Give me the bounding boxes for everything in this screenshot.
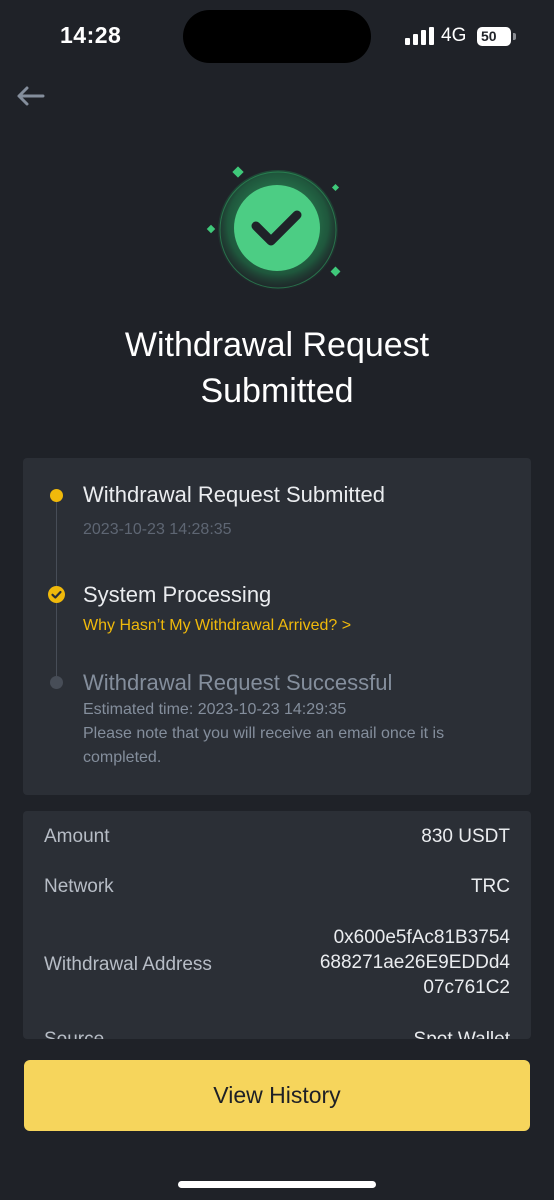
estimated-time-label: Estimated time: — [83, 701, 194, 718]
amount-label: Amount — [44, 826, 110, 847]
network-type: 4G — [441, 25, 467, 46]
source-value: Spot Wallet — [414, 1029, 510, 1039]
step-2-title: System Processing — [83, 582, 272, 607]
step-3-estimated-time: Estimated time: 2023-10-23 14:29:35 — [83, 698, 483, 722]
address-line: 688271ae26E9EDDd4 — [319, 952, 510, 973]
view-history-button[interactable]: View History — [24, 1060, 530, 1131]
status-bar: 14:28 4G 50 — [0, 0, 554, 76]
page-title: Withdrawal Request Submitted — [0, 322, 554, 414]
network-label: Network — [44, 876, 114, 897]
withdrawal-address-label: Withdrawal Address — [44, 954, 212, 975]
step-3-note: Please note that you will receive an ema… — [83, 725, 445, 766]
source-label: Source — [44, 1029, 104, 1039]
check-circle-icon — [206, 166, 341, 290]
dynamic-island — [183, 10, 371, 63]
back-arrow-icon — [17, 86, 45, 106]
address-line: 07c761C2 — [423, 977, 510, 998]
home-indicator — [178, 1181, 376, 1188]
battery-level: 50 — [481, 28, 497, 44]
battery-tip — [513, 33, 516, 40]
step-1-timestamp: 2023-10-23 14:28:35 — [83, 521, 232, 538]
withdrawal-help-link[interactable]: Why Hasn’t My Withdrawal Arrived? > — [83, 617, 351, 635]
withdrawal-address-value[interactable]: 0x600e5fAc81B3754 688271ae26E9EDDd4 07c7… — [320, 925, 510, 1000]
status-timeline-card: Withdrawal Request Submitted 2023-10-23 … — [23, 458, 531, 795]
step-1-indicator — [50, 489, 63, 502]
page-title-line-1: Withdrawal Request — [124, 326, 430, 364]
network-value: TRC — [470, 876, 510, 897]
step-1-title: Withdrawal Request Submitted — [83, 482, 386, 507]
step-2-check-icon — [48, 586, 65, 603]
amount-value: 830 USDT — [421, 826, 510, 847]
step-3-title: Withdrawal Request Successful — [83, 670, 393, 695]
address-line: 0x600e5fAc81B3754 — [333, 927, 510, 948]
withdrawal-details-card: Amount 830 USDT Network TRC Withdrawal A… — [23, 811, 531, 1039]
page-title-line-2: Submitted — [200, 372, 354, 410]
estimated-time-value: 2023-10-23 14:29:35 — [197, 701, 347, 718]
battery-icon: 50 — [477, 27, 511, 46]
status-time: 14:28 — [60, 22, 122, 48]
step-3-indicator — [50, 676, 63, 689]
back-button[interactable] — [12, 80, 48, 112]
signal-icon — [405, 27, 434, 45]
